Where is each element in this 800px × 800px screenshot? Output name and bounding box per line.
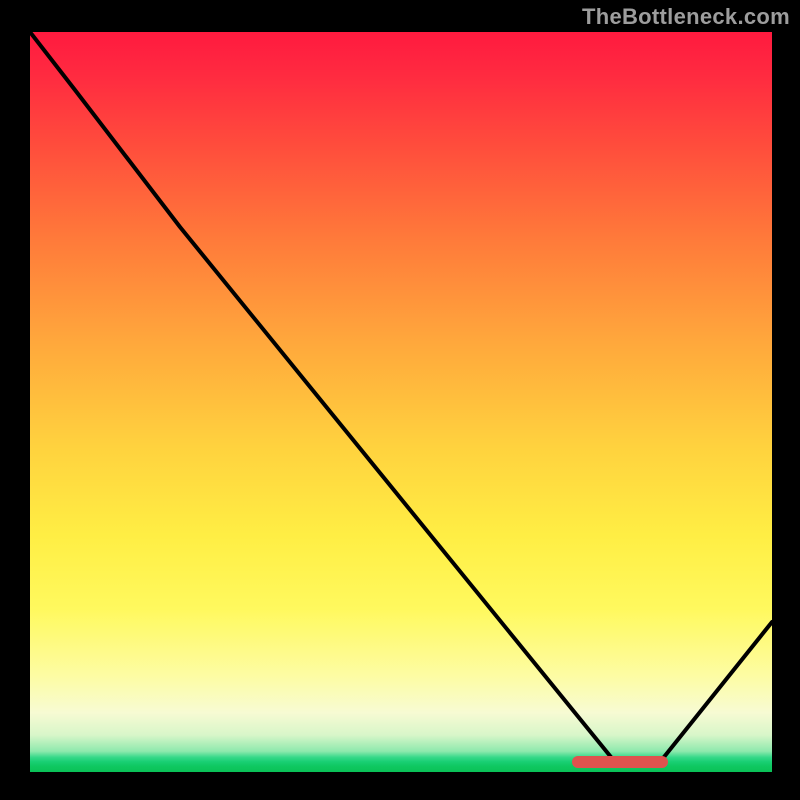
watermark-text: TheBottleneck.com: [582, 4, 790, 30]
plot-area: [30, 32, 772, 772]
bottleneck-curve: [30, 32, 772, 762]
chart-frame: TheBottleneck.com: [0, 0, 800, 800]
curve-layer: [30, 32, 772, 772]
